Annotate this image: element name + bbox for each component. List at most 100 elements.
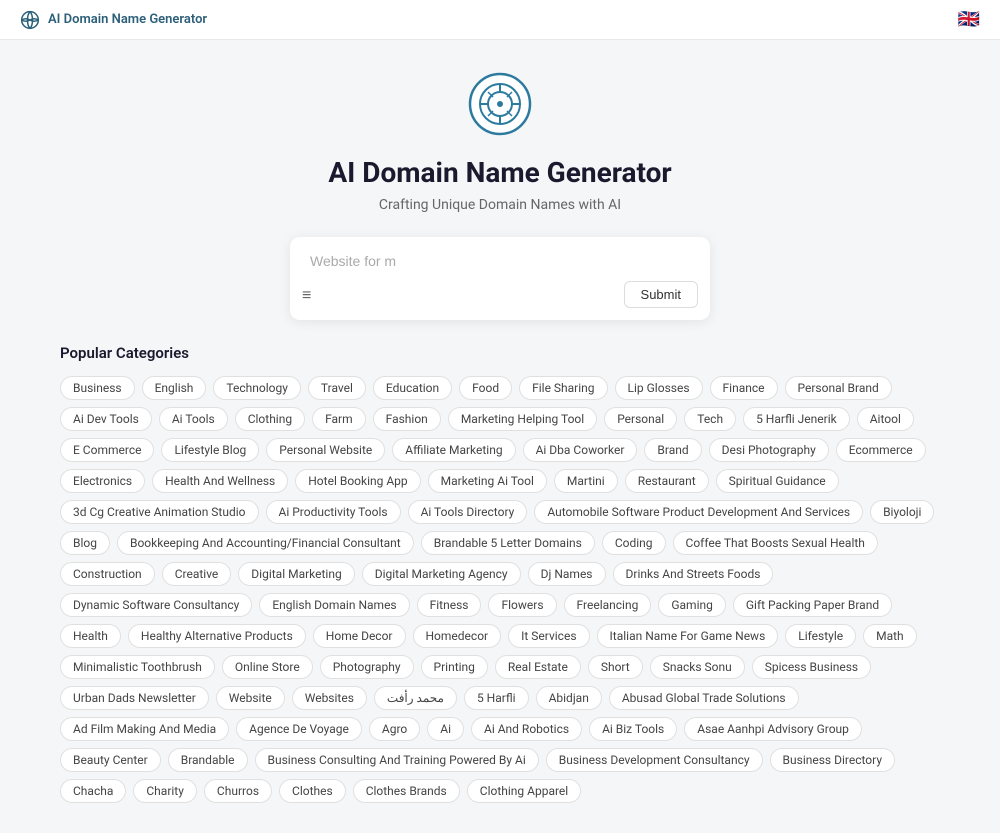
- tag-item[interactable]: Gift Packing Paper Brand: [733, 593, 892, 617]
- tag-item[interactable]: Printing: [421, 655, 488, 679]
- tag-item[interactable]: Ai Dba Coworker: [523, 438, 638, 462]
- tag-item[interactable]: Asae Aanhpi Advisory Group: [684, 717, 862, 741]
- tag-item[interactable]: Ad Film Making And Media: [60, 717, 229, 741]
- tag-item[interactable]: Electronics: [60, 469, 145, 493]
- tag-item[interactable]: 5 Harfli Jenerik: [743, 407, 850, 431]
- tag-item[interactable]: Fashion: [373, 407, 441, 431]
- tag-item[interactable]: Lip Glosses: [615, 376, 703, 400]
- tag-item[interactable]: Charity: [133, 779, 197, 803]
- tag-item[interactable]: Math: [863, 624, 917, 648]
- tag-item[interactable]: Home Decor: [313, 624, 406, 648]
- tag-item[interactable]: Fitness: [417, 593, 482, 617]
- tag-item[interactable]: Ai Dev Tools: [60, 407, 152, 431]
- header-logo[interactable]: AI Domain Name Generator: [20, 10, 207, 30]
- tag-item[interactable]: Ai Productivity Tools: [266, 500, 401, 524]
- filter-icon[interactable]: ≡: [302, 285, 311, 305]
- tag-item[interactable]: Personal: [604, 407, 677, 431]
- tag-item[interactable]: Coffee That Boosts Sexual Health: [673, 531, 878, 555]
- tag-item[interactable]: 3d Cg Creative Animation Studio: [60, 500, 259, 524]
- tag-item[interactable]: Biyoloji: [870, 500, 934, 524]
- tag-item[interactable]: Lifestyle Blog: [161, 438, 259, 462]
- tag-item[interactable]: Beauty Center: [60, 748, 161, 772]
- tag-item[interactable]: Website: [216, 686, 285, 710]
- tag-item[interactable]: Online Store: [222, 655, 313, 679]
- tag-item[interactable]: Gaming: [658, 593, 726, 617]
- tag-item[interactable]: Construction: [60, 562, 155, 586]
- tag-item[interactable]: Agence De Voyage: [236, 717, 362, 741]
- tag-item[interactable]: Business Development Consultancy: [546, 748, 763, 772]
- tag-item[interactable]: Business: [60, 376, 135, 400]
- tag-item[interactable]: Clothing: [235, 407, 305, 431]
- tag-item[interactable]: Italian Name For Game News: [597, 624, 779, 648]
- tag-item[interactable]: Brand: [644, 438, 701, 462]
- tag-item[interactable]: Creative: [162, 562, 232, 586]
- tag-item[interactable]: Dj Names: [528, 562, 606, 586]
- tag-item[interactable]: Drinks And Streets Foods: [613, 562, 774, 586]
- tag-item[interactable]: Brandable 5 Letter Domains: [421, 531, 595, 555]
- tag-item[interactable]: Health: [60, 624, 121, 648]
- tag-item[interactable]: Hotel Booking App: [295, 469, 420, 493]
- tag-item[interactable]: Churros: [204, 779, 272, 803]
- tag-item[interactable]: Short: [588, 655, 643, 679]
- tag-item[interactable]: Ai: [427, 717, 464, 741]
- tag-item[interactable]: It Services: [508, 624, 589, 648]
- tag-item[interactable]: Digital Marketing Agency: [362, 562, 521, 586]
- language-flag[interactable]: 🇬🇧: [958, 9, 980, 30]
- tag-item[interactable]: Spicess Business: [752, 655, 871, 679]
- tag-item[interactable]: Coding: [602, 531, 666, 555]
- tag-item[interactable]: Marketing Helping Tool: [448, 407, 597, 431]
- tag-item[interactable]: File Sharing: [519, 376, 607, 400]
- search-input[interactable]: [302, 249, 698, 273]
- tag-item[interactable]: Ai Tools Directory: [408, 500, 528, 524]
- tag-item[interactable]: Personal Website: [266, 438, 385, 462]
- tag-item[interactable]: Snacks Sonu: [650, 655, 745, 679]
- tag-item[interactable]: Digital Marketing: [238, 562, 354, 586]
- tag-item[interactable]: Marketing Ai Tool: [428, 469, 547, 493]
- tag-item[interactable]: Abusad Global Trade Solutions: [609, 686, 799, 710]
- tag-item[interactable]: Business Directory: [770, 748, 895, 772]
- tag-item[interactable]: Travel: [308, 376, 366, 400]
- tag-item[interactable]: Clothing Apparel: [467, 779, 581, 803]
- tag-item[interactable]: محمد رأفت: [374, 686, 457, 710]
- tag-item[interactable]: Ai And Robotics: [471, 717, 582, 741]
- tag-item[interactable]: Technology: [213, 376, 300, 400]
- tag-item[interactable]: Martini: [554, 469, 618, 493]
- tag-item[interactable]: English Domain Names: [259, 593, 409, 617]
- tag-item[interactable]: Finance: [710, 376, 778, 400]
- tag-item[interactable]: Abidjan: [536, 686, 602, 710]
- tag-item[interactable]: English: [142, 376, 207, 400]
- tag-item[interactable]: Business Consulting And Training Powered…: [255, 748, 539, 772]
- tag-item[interactable]: Ecommerce: [836, 438, 926, 462]
- tag-item[interactable]: Dynamic Software Consultancy: [60, 593, 252, 617]
- tag-item[interactable]: Bookkeeping And Accounting/Financial Con…: [117, 531, 414, 555]
- tag-item[interactable]: Clothes Brands: [353, 779, 460, 803]
- tag-item[interactable]: Agro: [369, 717, 420, 741]
- tag-item[interactable]: Restaurant: [625, 469, 709, 493]
- submit-button[interactable]: Submit: [624, 281, 698, 308]
- tag-item[interactable]: Spiritual Guidance: [716, 469, 839, 493]
- tag-item[interactable]: Education: [373, 376, 452, 400]
- tag-item[interactable]: Aitool: [857, 407, 914, 431]
- tag-item[interactable]: Farm: [312, 407, 366, 431]
- tag-item[interactable]: Websites: [292, 686, 367, 710]
- tag-item[interactable]: Urban Dads Newsletter: [60, 686, 209, 710]
- tag-item[interactable]: 5 Harfli: [464, 686, 529, 710]
- tag-item[interactable]: Lifestyle: [785, 624, 856, 648]
- tag-item[interactable]: Healthy Alternative Products: [128, 624, 306, 648]
- tag-item[interactable]: Personal Brand: [785, 376, 892, 400]
- tag-item[interactable]: Tech: [684, 407, 736, 431]
- tag-item[interactable]: Minimalistic Toothbrush: [60, 655, 215, 679]
- tag-item[interactable]: Automobile Software Product Development …: [534, 500, 863, 524]
- tag-item[interactable]: Real Estate: [495, 655, 581, 679]
- tag-item[interactable]: Flowers: [488, 593, 556, 617]
- tag-item[interactable]: Clothes: [279, 779, 346, 803]
- tag-item[interactable]: Homedecor: [413, 624, 502, 648]
- tag-item[interactable]: Freelancing: [564, 593, 652, 617]
- tag-item[interactable]: Ai Tools: [159, 407, 228, 431]
- tag-item[interactable]: Photography: [320, 655, 414, 679]
- tag-item[interactable]: Health And Wellness: [152, 469, 288, 493]
- tag-item[interactable]: Food: [459, 376, 512, 400]
- tag-item[interactable]: E Commerce: [60, 438, 154, 462]
- tag-item[interactable]: Brandable: [168, 748, 248, 772]
- tag-item[interactable]: Ai Biz Tools: [589, 717, 677, 741]
